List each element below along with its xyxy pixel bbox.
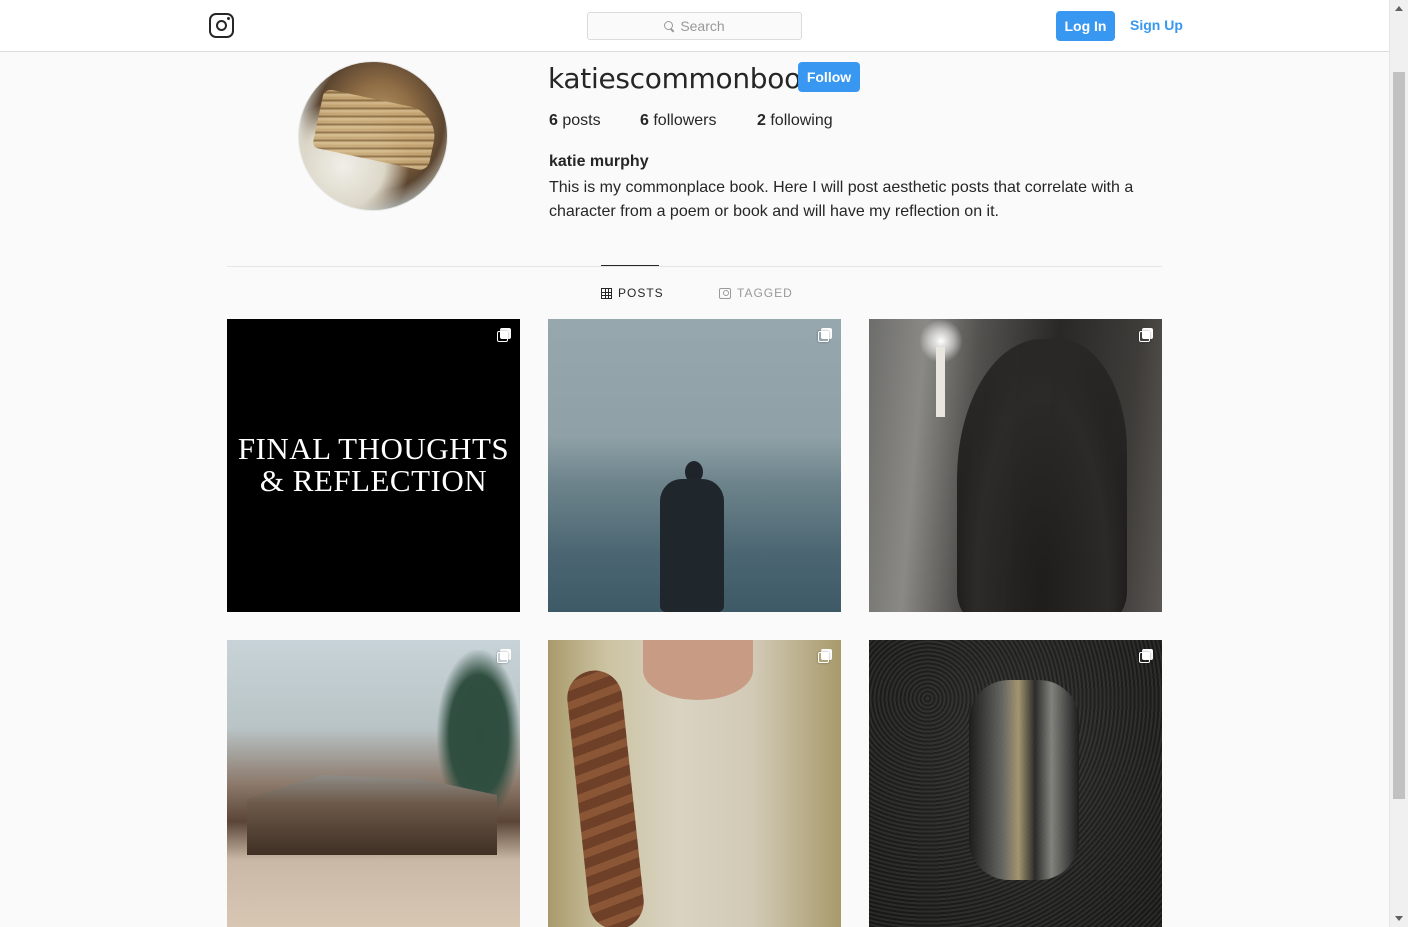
search-icon [664,21,674,31]
login-button[interactable]: Log In [1056,11,1115,41]
followers-label: followers [653,112,717,129]
top-nav-bar: Search Log In Sign Up [0,0,1389,52]
signup-link[interactable]: Sign Up [1130,17,1183,33]
post-thumbnail-2[interactable] [548,319,841,612]
multiple-images-icon [497,328,511,342]
tab-posts-label: POSTS [618,286,664,300]
search-input[interactable]: Search [587,12,802,40]
following-label: following [770,112,833,129]
tagged-icon [719,287,731,299]
multiple-images-icon [818,649,832,663]
profile-username: katiescommonbook [548,62,817,95]
grid-icon [601,287,612,299]
followers-stat[interactable]: 6 followers [640,112,717,130]
post-1-text-line-2: & REFLECTION [259,463,488,498]
posts-count-stat: 6 posts [549,112,601,130]
profile-bio: This is my commonplace book. Here I will… [549,179,1134,220]
post-thumbnail-4[interactable] [227,640,520,927]
tabs-divider [227,266,1162,267]
posts-count: 6 [549,112,558,129]
followers-count: 6 [640,112,649,129]
scroll-up-arrow-icon[interactable] [1395,6,1403,11]
multiple-images-icon [818,328,832,342]
search-placeholder: Search [680,18,725,34]
page-scrollbar[interactable] [1389,0,1408,927]
following-count: 2 [757,112,766,129]
profile-full-name: katie murphy [549,153,649,170]
scrollbar-thumb[interactable] [1393,72,1405,799]
post-thumbnail-3[interactable] [869,319,1162,612]
post-thumbnail-5[interactable] [548,640,841,927]
following-stat[interactable]: 2 following [757,112,833,130]
braided-hair-shape [564,667,647,927]
scroll-down-arrow-icon[interactable] [1395,916,1403,921]
instagram-logo-icon[interactable] [209,13,234,38]
profile-avatar [298,61,448,211]
tab-posts[interactable]: POSTS [601,286,664,300]
tab-tagged[interactable]: TAGGED [719,286,793,300]
tab-tagged-label: TAGGED [737,286,793,300]
post-1-caption-image-text: FINAL THOUGHTS & REFLECTION [227,433,520,497]
armored-gauntlet-shape [969,680,1079,880]
neck-shape [643,640,753,700]
multiple-images-icon [1139,328,1153,342]
posts-label: posts [562,112,601,129]
camera-lens-shape [215,19,227,31]
post-thumbnail-1[interactable]: FINAL THOUGHTS & REFLECTION [227,319,520,612]
post-1-text-line-1: FINAL THOUGHTS [237,431,510,466]
avatar-book-pages-image [312,88,440,172]
multiple-images-icon [1139,649,1153,663]
multiple-images-icon [497,649,511,663]
camera-flash-dot [226,17,230,21]
black-dress-shape [957,339,1127,612]
old-shack-shape [247,775,497,855]
man-silhouette-body [660,479,724,612]
candle-shape [936,347,945,417]
follow-button[interactable]: Follow [798,62,860,92]
post-thumbnail-6[interactable] [869,640,1162,927]
active-tab-indicator [601,265,659,266]
